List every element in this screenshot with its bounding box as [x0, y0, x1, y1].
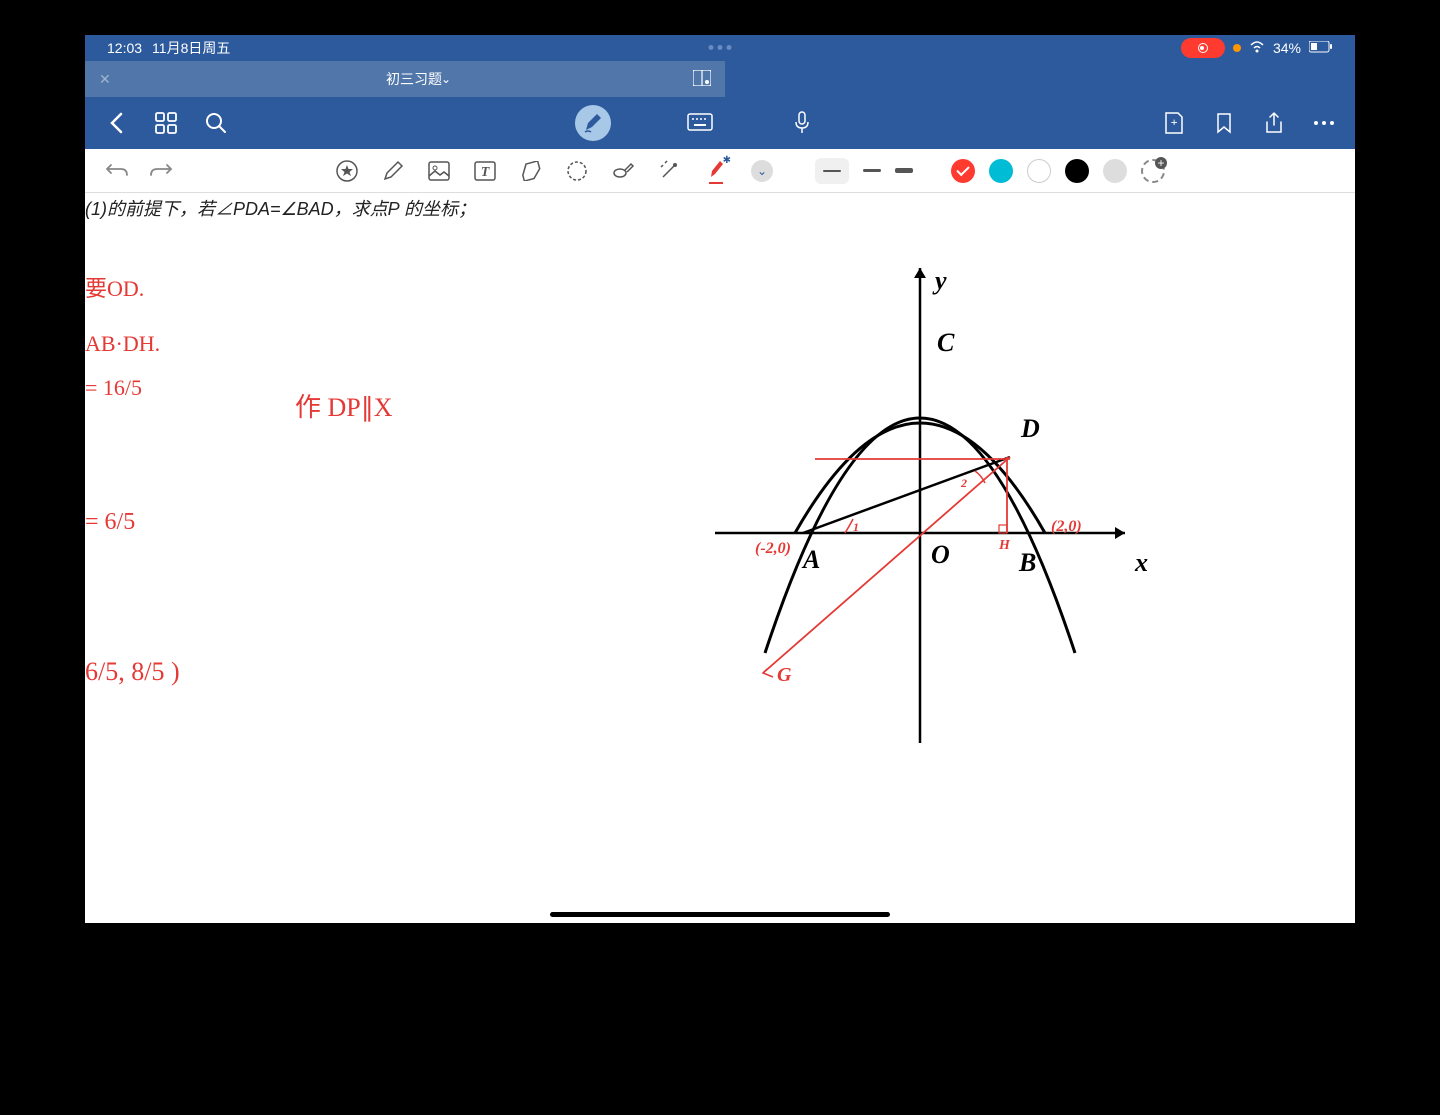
note-6: 6/5, 8/5 )	[85, 657, 180, 687]
svg-text:(-2,0): (-2,0)	[755, 540, 791, 557]
grid-icon[interactable]	[153, 110, 179, 136]
math-graph: y x C D A B O (-2,0) (2,0) H G 1 2	[695, 253, 1155, 773]
svg-text:1: 1	[853, 520, 859, 534]
split-view-icon[interactable]	[693, 70, 711, 89]
pen-options-chevron-icon[interactable]: ⌄	[751, 160, 773, 182]
color-black[interactable]	[1065, 159, 1089, 183]
stroke-width-group	[815, 158, 913, 184]
wifi-icon	[1249, 40, 1265, 56]
problem-text: (1)的前提下，若∠PDA=∠BAD，求点P 的坐标；	[85, 195, 476, 221]
back-icon[interactable]	[103, 110, 129, 136]
screen-record-indicator[interactable]	[1181, 38, 1225, 58]
svg-text:B: B	[1018, 548, 1036, 577]
svg-text:C: C	[937, 328, 955, 357]
svg-text:2: 2	[960, 476, 967, 490]
home-indicator[interactable]	[550, 912, 890, 917]
drawing-canvas[interactable]: (1)的前提下，若∠PDA=∠BAD，求点P 的坐标； 要OD. AB·DH. …	[85, 193, 1355, 923]
microphone-icon[interactable]	[789, 110, 815, 136]
note-5: = 6/5	[85, 509, 135, 536]
battery-icon	[1309, 40, 1333, 56]
share-icon[interactable]	[1261, 110, 1287, 136]
redo-icon[interactable]	[147, 157, 175, 185]
search-icon[interactable]	[203, 110, 229, 136]
svg-text:O: O	[931, 540, 950, 569]
svg-text:H: H	[998, 538, 1011, 553]
tab-title: 初三习题	[386, 69, 442, 89]
tab-close-icon[interactable]: ✕	[99, 71, 111, 88]
pencil-tool-icon[interactable]	[379, 157, 407, 185]
mic-active-dot	[1233, 44, 1241, 52]
color-gray[interactable]	[1103, 159, 1127, 183]
image-tool-icon[interactable]	[425, 157, 453, 185]
svg-text:D: D	[1020, 414, 1040, 443]
stroke-thick[interactable]	[895, 168, 913, 173]
status-time: 12:03	[107, 40, 142, 56]
svg-text:(2,0): (2,0)	[1051, 518, 1082, 535]
main-toolbar: +	[85, 97, 1355, 149]
ipad-status-bar: 12:03 11月8日周五 34%	[85, 35, 1355, 61]
more-icon[interactable]	[1311, 110, 1337, 136]
note-1: 要OD.	[85, 271, 144, 303]
active-pen-tool-icon[interactable]: ✱	[701, 157, 729, 185]
svg-text:+: +	[1171, 115, 1178, 129]
svg-text:y: y	[932, 266, 947, 295]
note-2: AB·DH.	[85, 331, 160, 357]
pen-mode-button[interactable]	[575, 105, 611, 141]
drawing-toolbar: T ✱ ⌄	[85, 149, 1355, 193]
multitask-dots[interactable]	[709, 45, 732, 50]
color-white[interactable]	[1027, 159, 1051, 183]
svg-text:x: x	[1134, 548, 1148, 577]
lasso-tool-icon[interactable]	[563, 157, 591, 185]
text-tool-icon[interactable]: T	[471, 157, 499, 185]
svg-text:A: A	[801, 545, 820, 574]
note-4: 作 DP∥X	[295, 387, 393, 424]
keyboard-icon[interactable]	[687, 110, 713, 136]
add-color-icon[interactable]	[1141, 159, 1165, 183]
svg-text:T: T	[481, 165, 491, 180]
color-red[interactable]	[951, 159, 975, 183]
favorites-tool-icon[interactable]	[333, 157, 361, 185]
undo-icon[interactable]	[103, 157, 131, 185]
tab-chevron-icon[interactable]: ⌄	[441, 72, 451, 86]
svg-text:G: G	[777, 664, 792, 686]
magic-pen-tool-icon[interactable]	[655, 157, 683, 185]
color-palette	[951, 159, 1165, 183]
tape-tool-icon[interactable]	[609, 157, 637, 185]
stroke-medium[interactable]	[863, 169, 881, 172]
color-cyan[interactable]	[989, 159, 1013, 183]
note-3: = 16/5	[85, 375, 142, 401]
eraser-tool-icon[interactable]	[517, 157, 545, 185]
stroke-thin[interactable]	[815, 158, 849, 184]
add-page-icon[interactable]: +	[1161, 110, 1187, 136]
bookmark-icon[interactable]	[1211, 110, 1237, 136]
document-tab[interactable]: ✕ 初三习题 ⌄	[85, 61, 725, 97]
battery-percent: 34%	[1273, 40, 1301, 56]
document-tab-bar: ✕ 初三习题 ⌄	[85, 61, 1355, 97]
status-date: 11月8日周五	[152, 38, 230, 58]
